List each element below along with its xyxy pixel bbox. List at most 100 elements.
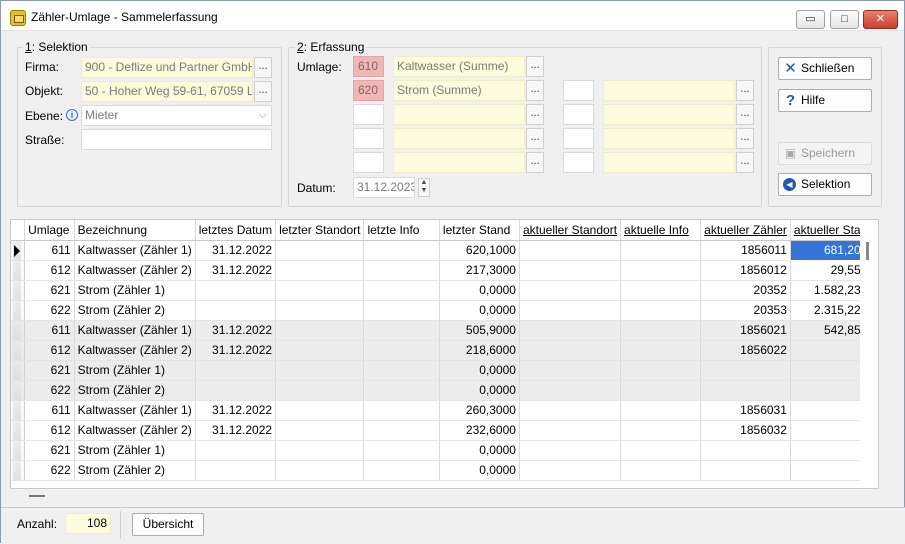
cell-aktueller-standort[interactable]: [519, 260, 622, 281]
cell-letzter-standort[interactable]: [275, 240, 365, 261]
cell-aktueller-zaehler[interactable]: [700, 460, 791, 481]
table-row[interactable]: 621 Strom (Zähler 1) 0,0000: [11, 360, 878, 381]
datum-spinner[interactable]: ▲ ▼: [418, 178, 430, 197]
col-header-aktueller-zaehler[interactable]: aktueller Zähler: [700, 220, 791, 241]
cell-aktueller-standort[interactable]: [519, 420, 622, 441]
cell-umlage[interactable]: 622: [24, 300, 75, 321]
row-selector[interactable]: [11, 300, 26, 321]
cell-aktueller-standort[interactable]: [519, 300, 622, 321]
cell-letzter-stand[interactable]: 0,0000: [439, 460, 520, 481]
cell-letzter-stand[interactable]: 0,0000: [439, 360, 520, 381]
cell-umlage[interactable]: 612: [24, 260, 75, 281]
cell-bezeichnung[interactable]: Kaltwasser (Zähler 1): [74, 240, 196, 261]
table-row[interactable]: 621 Strom (Zähler 1) 0,0000 20352 1.582,2300: [11, 280, 878, 301]
uebersicht-button[interactable]: Übersicht: [132, 513, 204, 536]
cell-umlage[interactable]: 622: [24, 460, 75, 481]
info-icon[interactable]: i: [66, 109, 78, 121]
cell-aktuelle-info[interactable]: [620, 260, 702, 281]
table-row[interactable]: 612 Kaltwasser (Zähler 2) 31.12.2022 218,60…: [11, 340, 878, 361]
cell-letzte-info[interactable]: [363, 300, 440, 321]
cell-aktueller-standort[interactable]: [519, 380, 622, 401]
cell-letztes-datum[interactable]: 31.12.2022: [195, 400, 277, 421]
cell-aktuelle-info[interactable]: [620, 300, 702, 321]
col-header-letzte-info[interactable]: letzte Info: [363, 220, 440, 241]
cell-aktuelle-info[interactable]: [620, 460, 702, 481]
cell-aktuelle-info[interactable]: [620, 280, 702, 301]
row-selector[interactable]: [11, 320, 26, 341]
cell-bezeichnung[interactable]: Kaltwasser (Zähler 1): [74, 400, 196, 421]
col-header-aktuelle-info[interactable]: aktuelle Info: [620, 220, 702, 241]
maximize-button[interactable]: □: [830, 10, 859, 29]
table-row[interactable]: 622 Strom (Zähler 2) 0,0000: [11, 460, 878, 481]
col-header-letztes-datum[interactable]: letztes Datum: [195, 220, 277, 241]
data-grid[interactable]: Umlage Bezeichnung letztes Datum letzter…: [10, 219, 879, 489]
ebene-select[interactable]: Mieter ⌵: [81, 105, 272, 126]
cell-letzte-info[interactable]: [363, 280, 440, 301]
row-selector[interactable]: [11, 260, 26, 281]
cell-letzter-standort[interactable]: [275, 300, 365, 321]
horizontal-scroll-thumb[interactable]: [29, 495, 45, 497]
objekt-field[interactable]: 50 - Hoher Weg 59-61, 67059 Lu: [81, 81, 253, 102]
cell-umlage[interactable]: 621: [24, 440, 75, 461]
umlage-lookup-button-7[interactable]: ...: [736, 104, 754, 125]
cell-aktueller-zaehler[interactable]: 1856021: [700, 320, 791, 341]
cell-letzter-stand[interactable]: 505,9000: [439, 320, 520, 341]
cell-bezeichnung[interactable]: Kaltwasser (Zähler 2): [74, 420, 196, 441]
cell-aktuelle-info[interactable]: [620, 440, 702, 461]
cell-umlage[interactable]: 621: [24, 280, 75, 301]
cell-aktueller-standort[interactable]: [519, 360, 622, 381]
row-selector[interactable]: [11, 420, 26, 441]
cell-aktueller-zaehler[interactable]: [700, 380, 791, 401]
cell-umlage[interactable]: 611: [24, 400, 75, 421]
row-selector[interactable]: [11, 280, 26, 301]
cell-letzte-info[interactable]: [363, 380, 440, 401]
cell-letztes-datum[interactable]: 31.12.2022: [195, 260, 277, 281]
cell-aktueller-zaehler[interactable]: 20353: [700, 300, 791, 321]
cell-letzte-info[interactable]: [363, 460, 440, 481]
cell-umlage[interactable]: 612: [24, 340, 75, 361]
firma-field[interactable]: 900 - Deflize und Partner GmbH: [81, 57, 253, 78]
cell-letzter-stand[interactable]: 232,6000: [439, 420, 520, 441]
cell-bezeichnung[interactable]: Kaltwasser (Zähler 2): [74, 340, 196, 361]
cell-bezeichnung[interactable]: Strom (Zähler 2): [74, 380, 196, 401]
umlage-lookup-button-8[interactable]: ...: [736, 128, 754, 149]
cell-letzte-info[interactable]: [363, 320, 440, 341]
objekt-lookup-button[interactable]: ...: [254, 81, 272, 102]
table-row[interactable]: 621 Strom (Zähler 1) 0,0000: [11, 440, 878, 461]
speichern-button[interactable]: ▣ Speichern: [778, 142, 872, 165]
selektion-button[interactable]: ◀ Selektion: [778, 173, 872, 196]
cell-letztes-datum[interactable]: 31.12.2022: [195, 320, 277, 341]
cell-letzte-info[interactable]: [363, 440, 440, 461]
cell-umlage[interactable]: 611: [24, 240, 75, 261]
umlage-code-field-2[interactable]: 620: [353, 80, 384, 101]
cell-aktuelle-info[interactable]: [620, 400, 702, 421]
cell-letzte-info[interactable]: [363, 340, 440, 361]
cell-letzter-stand[interactable]: 620,1000: [439, 240, 520, 261]
cell-letztes-datum[interactable]: [195, 440, 277, 461]
cell-aktuelle-info[interactable]: [620, 380, 702, 401]
umlage-lookup-button-1[interactable]: ...: [526, 56, 544, 77]
cell-bezeichnung[interactable]: Strom (Zähler 2): [74, 460, 196, 481]
umlage-lookup-button-3[interactable]: ...: [526, 104, 544, 125]
cell-aktuelle-info[interactable]: [620, 420, 702, 441]
cell-aktueller-zaehler[interactable]: 1856022: [700, 340, 791, 361]
cell-aktueller-standort[interactable]: [519, 440, 622, 461]
row-selector[interactable]: [11, 360, 26, 381]
umlage-code-field-8[interactable]: [563, 128, 594, 149]
cell-letzter-stand[interactable]: 218,6000: [439, 340, 520, 361]
umlage-code-field-6[interactable]: [563, 80, 594, 101]
table-row[interactable]: 611 Kaltwasser (Zähler 1) 31.12.2022 620,10…: [11, 239, 878, 261]
cell-letztes-datum[interactable]: 31.12.2022: [195, 240, 277, 261]
cell-letzter-standort[interactable]: [275, 260, 365, 281]
hilfe-button[interactable]: ? Hilfe: [778, 89, 872, 112]
cell-bezeichnung[interactable]: Kaltwasser (Zähler 1): [74, 320, 196, 341]
cell-aktueller-standort[interactable]: [519, 240, 622, 261]
table-row[interactable]: 611 Kaltwasser (Zähler 1) 31.12.2022 260,30…: [11, 400, 878, 421]
cell-aktuelle-info[interactable]: [620, 360, 702, 381]
cell-letzte-info[interactable]: [363, 260, 440, 281]
umlage-code-field-7[interactable]: [563, 104, 594, 125]
cell-letzter-standort[interactable]: [275, 340, 365, 361]
cell-letzter-stand[interactable]: 260,3000: [439, 400, 520, 421]
col-header-umlage[interactable]: Umlage: [24, 220, 75, 241]
cell-umlage[interactable]: 612: [24, 420, 75, 441]
